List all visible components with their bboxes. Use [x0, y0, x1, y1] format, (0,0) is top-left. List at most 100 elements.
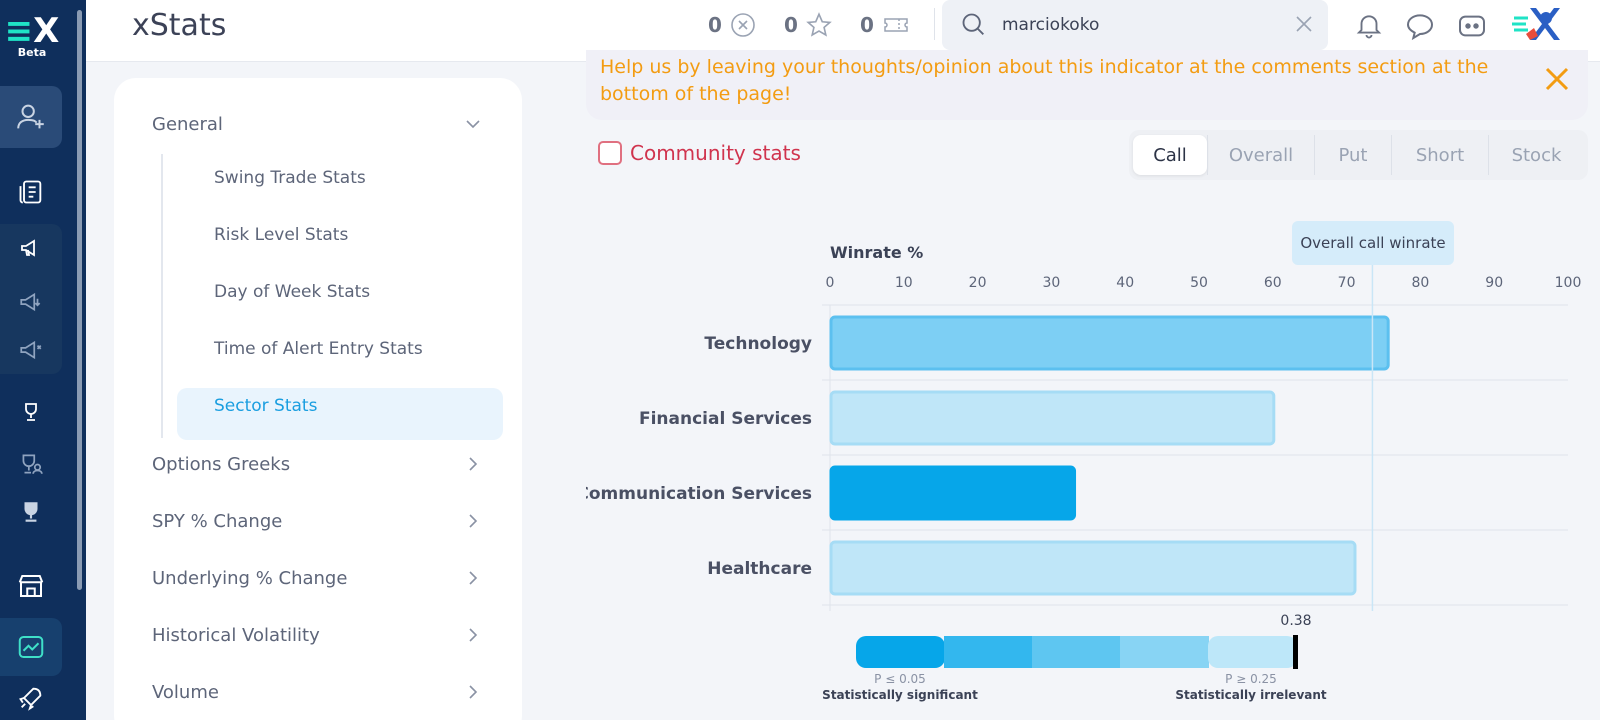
significance-marker [1293, 635, 1298, 669]
topbar-divider [934, 8, 935, 40]
document-icon [19, 180, 42, 204]
search-box[interactable] [942, 0, 1328, 50]
document-button[interactable] [0, 162, 62, 222]
app-logo[interactable]: ≡X Beta [0, 14, 64, 59]
sector-winrate-chart: Winrate % 0 10 20 30 40 50 60 70 80 90 100 Technolog… [586, 205, 1600, 720]
star-icon [806, 12, 832, 37]
x-tick-label: 10 [895, 275, 913, 291]
bar [829, 465, 1077, 521]
chat-icon[interactable] [1404, 10, 1436, 42]
option-type-tabs: Call Overall Put Short Stock [1129, 130, 1588, 180]
menu-label: Historical Volatility [152, 624, 320, 646]
close-icon[interactable] [1544, 66, 1570, 92]
chevron-right-icon [469, 685, 478, 699]
submenu-item[interactable]: Swing Trade Stats [214, 168, 366, 188]
search-input[interactable] [1002, 12, 1282, 38]
community-stats-toggle[interactable]: Community stats [598, 141, 801, 165]
x-tick-label: 0 [826, 275, 835, 291]
significance-segment [856, 636, 945, 668]
submenu-item-active[interactable]: Sector Stats [214, 396, 317, 416]
star-counter[interactable]: 0 [784, 12, 832, 38]
star-count: 0 [784, 13, 798, 37]
category-label: Communication Services [586, 484, 812, 504]
chart-line-icon [18, 636, 44, 658]
community-stats-checkbox[interactable] [598, 141, 622, 165]
significance-segment [1032, 636, 1121, 668]
bell-icon[interactable] [1354, 10, 1384, 40]
stats-menu-panel: General Swing Trade Stats Risk Level Sta… [114, 78, 522, 720]
stats-button[interactable] [0, 618, 62, 676]
menu-options-greeks[interactable]: Options Greeks [152, 444, 482, 484]
megaphone-button[interactable] [0, 218, 62, 278]
tab-put[interactable]: Put [1314, 135, 1391, 175]
megaphone-icon [21, 239, 35, 257]
trophy-button[interactable] [0, 382, 62, 442]
logo-text: X [33, 11, 60, 51]
chart-title: Winrate % [830, 243, 923, 262]
community-stats-label: Community stats [630, 141, 801, 165]
significance-value: 0.38 [1280, 613, 1311, 629]
x-tick-label: 30 [1042, 275, 1060, 291]
trophy-filled-icon [24, 502, 38, 522]
chevron-right-icon [469, 457, 478, 471]
megaphone-down-icon [20, 292, 41, 312]
significance-right-label: P ≥ 0.25 [1225, 672, 1277, 686]
x-tick-label: 80 [1411, 275, 1429, 291]
significance-right-caption: Statistically irrelevant [1175, 688, 1327, 702]
tab-stock[interactable]: Stock [1488, 135, 1584, 175]
megaphone-alt-button[interactable] [0, 320, 62, 380]
search-icon [962, 13, 984, 35]
tab-short[interactable]: Short [1391, 135, 1488, 175]
chevron-down-icon [466, 120, 480, 129]
ticket-counter[interactable]: 0 [860, 12, 910, 38]
menu-label: Volume [152, 681, 219, 703]
avatar[interactable] [1512, 4, 1560, 52]
menu-general-label: General [152, 113, 223, 135]
logo-dash-icon: ≡ [4, 11, 34, 51]
significance-segment [1120, 636, 1209, 668]
feedback-notice: Help us by leaving your thoughts/opinion… [586, 50, 1588, 120]
rail-scrollbar[interactable] [77, 10, 82, 590]
x-tick-label: 60 [1264, 275, 1282, 291]
menu-volume[interactable]: Volume [152, 672, 482, 712]
menu-label: Underlying % Change [152, 567, 348, 589]
chevron-right-icon [469, 571, 478, 585]
submenu-item[interactable]: Risk Level Stats [214, 225, 348, 245]
tab-overall[interactable]: Overall [1207, 135, 1314, 175]
ticket-icon [884, 18, 908, 32]
menu-spy-change[interactable]: SPY % Change [152, 501, 482, 541]
x-tick-label: 70 [1338, 275, 1356, 291]
bar [829, 390, 1276, 446]
significance-left-label: P ≤ 0.05 [874, 672, 926, 686]
tab-call[interactable]: Call [1133, 135, 1207, 175]
submenu-guide-line [161, 154, 163, 438]
trophy-filled-button[interactable] [0, 482, 62, 542]
clear-search-icon[interactable] [1294, 14, 1314, 34]
ticket-count: 0 [860, 13, 874, 37]
x-tick-label: 100 [1555, 275, 1582, 291]
overall-winrate-label: Overall call winrate [1292, 221, 1454, 265]
menu-general[interactable]: General [152, 104, 482, 144]
x-tick-label: 40 [1116, 275, 1134, 291]
nav-rail: ≡X Beta [0, 0, 86, 720]
store-button[interactable] [0, 556, 62, 616]
submenu-item[interactable]: Day of Week Stats [214, 282, 370, 302]
x-tick-label: 20 [969, 275, 987, 291]
x-tick-label: 50 [1190, 275, 1208, 291]
menu-underlying-change[interactable]: Underlying % Change [152, 558, 482, 598]
add-user-icon [17, 104, 44, 129]
menu-historical-volatility[interactable]: Historical Volatility [152, 615, 482, 655]
chevron-right-icon [469, 628, 478, 642]
x-coin-counter[interactable]: 0 [708, 12, 756, 38]
menu-label: Options Greeks [152, 453, 291, 475]
significance-segment [944, 636, 1033, 668]
rocket-button[interactable] [0, 676, 62, 720]
add-user-button[interactable] [0, 86, 62, 148]
notice-text: Help us by leaving your thoughts/opinion… [600, 56, 1489, 105]
discord-icon[interactable] [1456, 10, 1488, 42]
rocket-icon [19, 687, 42, 711]
x-tick-label: 90 [1485, 275, 1503, 291]
submenu-item[interactable]: Time of Alert Entry Stats [214, 339, 423, 359]
category-label: Healthcare [707, 559, 812, 579]
app-title: xStats [132, 8, 227, 43]
